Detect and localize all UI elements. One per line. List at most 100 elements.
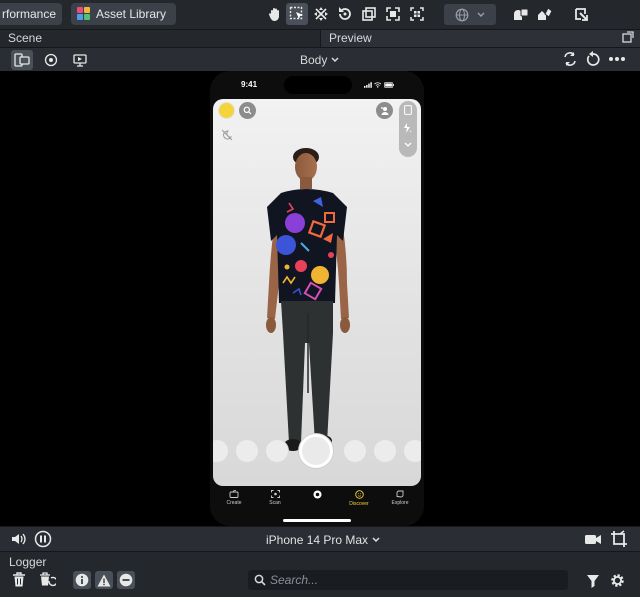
body-selector[interactable]: Body [300, 52, 339, 68]
device-selector-label: iPhone 14 Pro Max [266, 533, 369, 547]
refresh-icon[interactable] [562, 51, 578, 67]
lens-carousel-item[interactable] [343, 439, 367, 463]
objects-icon[interactable] [512, 5, 530, 23]
explore-icon [396, 490, 403, 498]
hand-tool-icon[interactable] [266, 5, 284, 23]
night-mode-icon[interactable] [221, 129, 233, 141]
audio-icon[interactable] [10, 531, 28, 547]
svg-text:x: x [410, 129, 412, 134]
device-icon [14, 53, 30, 67]
search-icon[interactable] [239, 102, 256, 119]
status-icons [364, 81, 394, 89]
video-icon [73, 54, 87, 67]
lens-carousel-item[interactable] [265, 439, 289, 463]
lens-carousel-item[interactable] [373, 439, 397, 463]
search-icon [254, 574, 266, 586]
device-mode-button[interactable] [11, 50, 33, 70]
grid-tool-icon[interactable] [408, 5, 426, 23]
preview-bottom-bar: iPhone 14 Pro Max [0, 526, 640, 551]
flip-camera-icon[interactable] [404, 105, 412, 115]
components-icon[interactable] [536, 5, 554, 23]
error-filter-button[interactable] [117, 571, 135, 589]
nav-camera[interactable] [302, 490, 332, 501]
info-filter-button[interactable] [73, 571, 91, 589]
nav-create-label: Create [226, 500, 242, 506]
pause-icon[interactable] [34, 530, 52, 548]
dynamic-island [284, 76, 352, 94]
add-friend-icon[interactable] [376, 102, 393, 119]
bitmoji-icon[interactable] [218, 102, 235, 119]
rect-tool-icon[interactable] [384, 5, 402, 23]
nav-discover[interactable]: Discover [344, 490, 374, 507]
wifi-icon [374, 82, 382, 88]
clear-log-icon[interactable] [11, 572, 27, 588]
asset-library-icon [77, 7, 91, 21]
shutter-button[interactable] [299, 434, 333, 468]
preview-toolbar: Body [0, 47, 640, 71]
body-selector-label: Body [300, 53, 328, 67]
reset-icon[interactable] [585, 51, 601, 67]
flash-icon[interactable]: x [403, 123, 413, 133]
chevron-down-icon[interactable] [403, 141, 413, 149]
clear-on-reset-icon[interactable] [38, 572, 58, 588]
nav-scan[interactable]: Scan [260, 490, 290, 506]
tab-scene[interactable]: Scene [0, 30, 320, 47]
logger-header: Logger [0, 551, 640, 569]
rotate-tool-icon[interactable] [336, 5, 354, 23]
camera-view[interactable]: x [213, 99, 421, 486]
webcam-mode-button[interactable] [40, 50, 62, 70]
discover-icon [354, 490, 364, 499]
camera-icon [313, 490, 321, 499]
phone-frame: 9:41 x Create Scan Discover Explore [210, 71, 424, 526]
chevron-down-icon [372, 537, 380, 543]
logger-title: Logger [9, 555, 47, 569]
asset-library-label: Asset Library [96, 7, 167, 21]
publish-icon[interactable] [572, 5, 590, 23]
lens-carousel-item[interactable] [403, 439, 421, 463]
nav-explore-label: Explore [391, 500, 409, 506]
panel-popout-icon[interactable] [622, 31, 636, 45]
log-search-input[interactable] [270, 572, 560, 588]
log-search-field[interactable] [248, 570, 568, 590]
home-indicator [283, 519, 351, 522]
chevron-down-icon [477, 12, 485, 17]
info-icon [75, 573, 89, 587]
tab-preview[interactable]: Preview [320, 30, 640, 47]
chevron-down-icon [331, 57, 339, 63]
select-tool-icon[interactable] [286, 3, 308, 25]
nav-explore[interactable]: Explore [385, 490, 415, 506]
warning-filter-button[interactable] [95, 571, 113, 589]
device-selector[interactable]: iPhone 14 Pro Max [266, 532, 380, 548]
globe-icon [455, 8, 469, 21]
asset-library-button[interactable]: Asset Library [71, 3, 176, 25]
performance-button[interactable]: rformance [0, 3, 62, 25]
record-video-icon[interactable] [584, 531, 602, 547]
lens-carousel-item[interactable] [213, 439, 229, 463]
battery-icon [383, 82, 394, 88]
performance-label: rformance [2, 7, 57, 21]
video-mode-button[interactable] [69, 50, 91, 70]
world-space-dropdown[interactable] [444, 4, 496, 25]
phone-time: 9:41 [241, 80, 258, 89]
scale-tool-icon[interactable] [360, 5, 378, 23]
move-tool-icon[interactable] [312, 5, 330, 23]
filter-icon[interactable] [585, 573, 601, 589]
camera-side-toolbar: x [399, 101, 417, 157]
tab-preview-label: Preview [329, 31, 372, 45]
top-toolbar: rformance Asset Library [0, 0, 640, 30]
more-options-icon[interactable] [609, 51, 627, 67]
scan-icon [270, 490, 280, 498]
phone-nav-bar: Create Scan Discover Explore [210, 486, 424, 526]
warning-icon [97, 574, 111, 586]
error-icon [119, 573, 133, 587]
lens-carousel-item[interactable] [235, 439, 259, 463]
webcam-icon [44, 53, 58, 67]
settings-gear-icon[interactable] [609, 572, 626, 589]
preview-viewport[interactable]: 9:41 x Create Scan Discover Explore [0, 71, 640, 526]
create-icon [229, 490, 239, 498]
nav-discover-label: Discover [349, 501, 369, 507]
panel-tabs: Scene Preview [0, 30, 640, 47]
crop-icon[interactable] [610, 530, 628, 548]
phone-status-bar: 9:41 [210, 71, 424, 99]
nav-create[interactable]: Create [219, 490, 249, 506]
